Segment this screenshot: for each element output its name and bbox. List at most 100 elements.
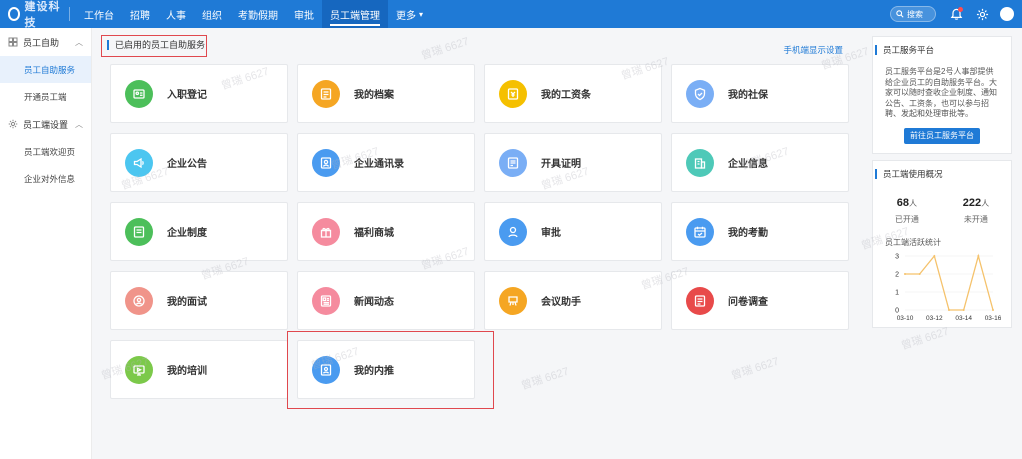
service-card[interactable]: 入职登记 [110, 64, 288, 123]
opened-unit: 人 [909, 199, 918, 208]
top-navigation-bar: 建设科技 工作台 招聘 人事 组织 考勤假期 审批 员工端管理 更多 ▾ 搜索 [0, 0, 1022, 29]
gear-icon [8, 119, 18, 129]
nav-item-6[interactable]: 员工端管理 [322, 0, 388, 28]
sidebar-group-label: 员工自助 [23, 37, 60, 48]
nav-item-7[interactable]: 更多 ▾ [388, 0, 431, 28]
settings-button[interactable] [972, 4, 992, 24]
chevron-down-icon: ▾ [419, 9, 424, 19]
not-opened-unit: 人 [981, 199, 990, 208]
chart-data-point [904, 273, 906, 275]
not-opened-stat: 222人 未开通 [963, 195, 989, 225]
service-card-label: 我的面试 [167, 297, 207, 308]
service-card-label: 我的工资条 [541, 90, 591, 101]
news-icon [312, 286, 340, 315]
sidebar-item-self-service[interactable]: 员工自助服务 [0, 56, 91, 83]
nav-item-3[interactable]: 组织 [194, 0, 230, 28]
meeting-icon [499, 286, 527, 315]
nav-item-4[interactable]: 考勤假期 [230, 0, 286, 28]
service-card-label: 企业通讯录 [354, 159, 404, 170]
folder-icon [312, 79, 340, 108]
megaphone-icon [125, 148, 153, 177]
nav-item-0[interactable]: 工作台 [76, 0, 122, 28]
chart-y-tick-label: 1 [895, 290, 899, 297]
service-card[interactable]: 我的工资条 [484, 64, 662, 123]
chart-x-tick-label: 03-16 [985, 315, 1001, 322]
nav-item-2[interactable]: 人事 [158, 0, 194, 28]
chart-data-point [962, 309, 965, 311]
service-card[interactable]: 我的培训 [110, 340, 288, 399]
service-card[interactable]: 会议助手 [484, 271, 662, 330]
sidebar-item-open-employee-app[interactable]: 开通员工端 [0, 83, 91, 110]
chart-data-point [918, 273, 921, 275]
service-card-label: 企业制度 [167, 228, 207, 239]
go-to-platform-button[interactable]: 前往员工服务平台 [904, 127, 980, 144]
user-avatar[interactable] [1000, 7, 1014, 21]
platform-card: 员工服务平台 员工服务平台是2号人事部提供给企业员工的自助服务平台。大家可以随时… [872, 36, 1012, 154]
nav-item-label: 人事 [166, 10, 186, 22]
chart-data-point [992, 309, 994, 311]
service-card[interactable]: 审批 [484, 202, 662, 261]
service-card[interactable]: 开具证明 [484, 133, 662, 192]
gift-icon [312, 217, 340, 246]
nav-item-label: 审批 [294, 10, 314, 22]
not-opened-count: 222 [962, 197, 982, 209]
usage-card: 员工端使用概况 68人 已开通 222人 未开通 员工端活跃统计 0 1 2 3 03-… [872, 160, 1012, 328]
sidebar: 员工自助 ︿ 员工自助服务 开通员工端 员工端设置 ︿ 员工端欢迎页 企业对外信… [0, 28, 92, 459]
usage-stats: 68人 已开通 222人 未开通 [873, 179, 1011, 225]
payslip-icon [499, 79, 527, 108]
training-icon [125, 355, 153, 384]
nav-item-1[interactable]: 招聘 [122, 0, 158, 28]
nav-item-label: 员工端管理 [330, 10, 380, 22]
sidebar-item-welcome-page[interactable]: 员工端欢迎页 [0, 138, 91, 165]
service-card[interactable]: 我的考勤 [671, 202, 849, 261]
notification-button[interactable] [946, 4, 966, 24]
main-nav: 工作台 招聘 人事 组织 考勤假期 审批 员工端管理 更多 ▾ [76, 0, 431, 28]
service-card[interactable]: 问卷调查 [671, 271, 849, 330]
chevron-up-icon: ︿ [75, 119, 83, 129]
search-box[interactable]: 搜索 [890, 6, 936, 22]
nav-item-label: 组织 [202, 10, 222, 22]
service-card[interactable]: 企业制度 [110, 202, 288, 261]
sidebar-group-self-service[interactable]: 员工自助 ︿ [0, 28, 91, 56]
chart-x-tick-label: 03-14 [955, 315, 972, 322]
self-service-icon [8, 37, 18, 47]
platform-title: 员工服务平台 [875, 45, 1011, 55]
service-card[interactable]: 企业通讯录 [297, 133, 475, 192]
service-card[interactable]: 企业公告 [110, 133, 288, 192]
activity-line-chart: 0 1 2 3 03-10 03-12 03-14 03-16 [895, 254, 1001, 323]
chart-data-point [977, 255, 980, 257]
service-card[interactable]: 企业信息 [671, 133, 849, 192]
nav-item-5[interactable]: 审批 [286, 0, 322, 28]
search-label: 搜索 [907, 9, 923, 19]
rules-icon [125, 217, 153, 246]
service-card-label: 企业信息 [728, 159, 768, 170]
app-logo[interactable]: 建设科技 [0, 0, 76, 29]
service-card-label: 我的社保 [728, 90, 768, 101]
service-card[interactable]: 我的档案 [297, 64, 475, 123]
platform-description: 员工服务平台是2号人事部提供给企业员工的自助服务平台。大家可以随时查收企业制度、… [885, 67, 997, 118]
nav-item-label: 工作台 [84, 10, 114, 22]
mobile-display-settings-link[interactable]: 手机端显示设置 [783, 44, 843, 56]
survey-icon [686, 286, 714, 315]
company-icon [686, 148, 714, 177]
not-opened-label: 未开通 [963, 215, 988, 224]
sidebar-item-company-public-info[interactable]: 企业对外信息 [0, 165, 91, 192]
logo-text: 建设科技 [24, 1, 61, 29]
sidebar-group-settings[interactable]: 员工端设置 ︿ [0, 110, 91, 138]
approval-icon [499, 217, 527, 246]
nav-item-label: 更多 [396, 10, 416, 22]
notification-badge [958, 7, 963, 12]
nav-item-label: 考勤假期 [238, 10, 278, 22]
service-card[interactable]: 我的社保 [671, 64, 849, 123]
certificate-icon [499, 148, 527, 177]
service-card[interactable]: 我的面试 [110, 271, 288, 330]
service-card-label: 问卷调查 [728, 297, 768, 308]
calendar-icon [686, 217, 714, 246]
chart-y-tick-label: 3 [895, 254, 899, 261]
usage-title: 员工端使用概况 [875, 169, 1011, 179]
sidebar-group-label: 员工端设置 [23, 119, 69, 130]
service-card-label: 会议助手 [541, 297, 581, 308]
chevron-up-icon: ︿ [75, 37, 83, 47]
service-card[interactable]: 新闻动态 [297, 271, 475, 330]
service-card[interactable]: 福利商城 [297, 202, 475, 261]
